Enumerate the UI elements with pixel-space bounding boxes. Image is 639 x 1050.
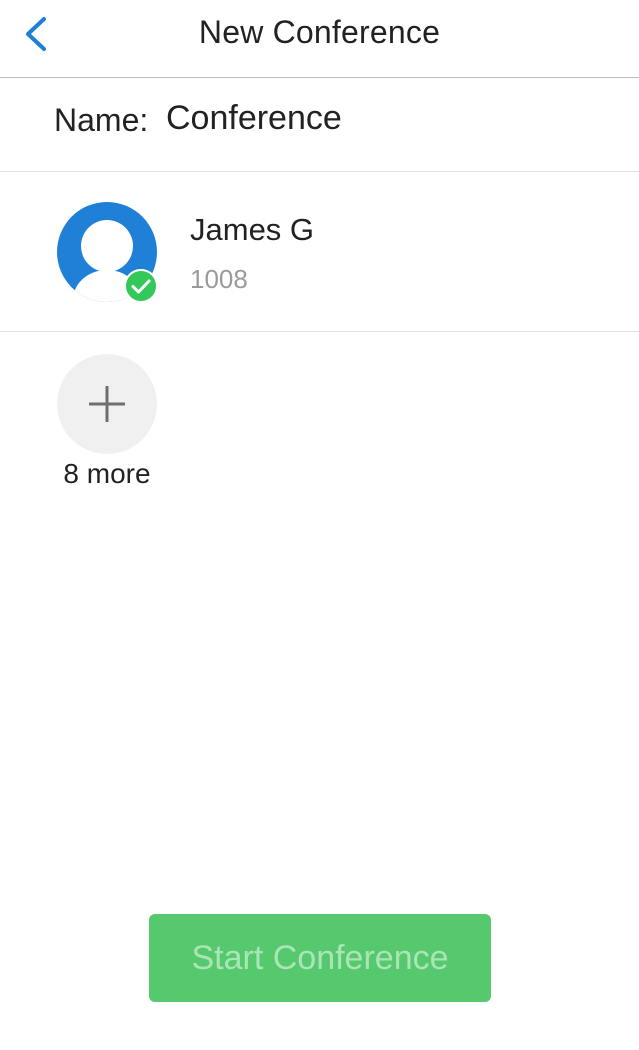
conference-name-row: Name: xyxy=(0,78,639,172)
plus-icon xyxy=(89,386,125,422)
participant-row[interactable]: James G 1008 xyxy=(0,172,639,332)
participant-extension: 1008 xyxy=(190,264,248,294)
checkmark-circle-icon xyxy=(124,269,158,303)
conference-name-input[interactable] xyxy=(162,96,610,140)
name-label: Name: xyxy=(54,102,149,138)
add-participant-button[interactable] xyxy=(57,354,157,454)
start-conference-button[interactable]: Start Conference xyxy=(149,914,491,1002)
start-conference-label: Start Conference xyxy=(191,939,449,977)
more-participants-label: 8 more xyxy=(63,458,151,489)
participant-name: James G xyxy=(190,212,315,247)
page-title: New Conference xyxy=(198,14,441,50)
navigation-bar: New Conference xyxy=(0,0,639,78)
